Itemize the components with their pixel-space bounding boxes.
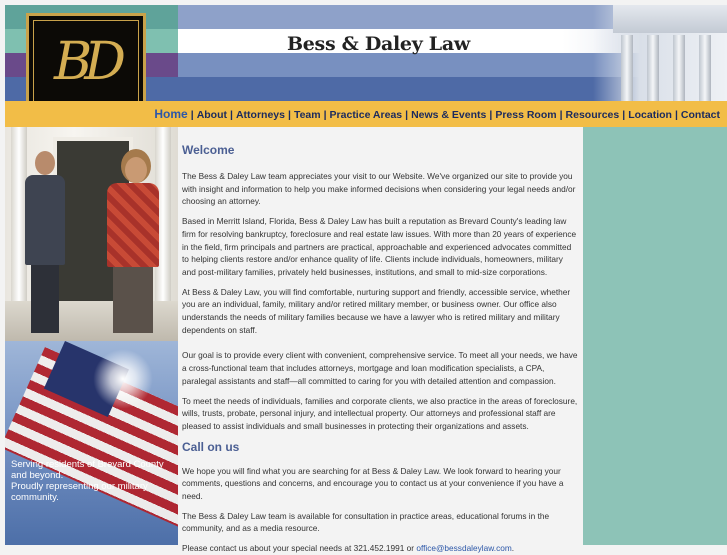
nav-item-press-room[interactable]: Press Room [495, 109, 556, 121]
caption-line: Proudly representing our military commun… [11, 481, 148, 503]
nav-item-practice-areas[interactable]: Practice Areas [330, 109, 403, 121]
photo-person [35, 151, 55, 175]
goal-paragraph: Our goal is to provide every client with… [182, 350, 578, 386]
american-flag-image: Serving residents of Brevard County and … [5, 341, 178, 545]
caption-line: Serving residents of Brevard County and … [11, 459, 164, 481]
service-paragraph: At Bess & Daley Law, you will find comfo… [182, 286, 571, 335]
courthouse-image [593, 5, 727, 101]
building-column [699, 35, 711, 101]
nav-item-location[interactable]: Location [628, 109, 672, 121]
main-nav: Home | About | Attorneys | Team | Practice Areas… [5, 101, 727, 127]
sidebar-caption: Serving residents of Brevard County and … [11, 459, 171, 503]
welcome-heading: Welcome [182, 143, 235, 157]
call-on-us-heading: Call on us [182, 439, 240, 454]
about-paragraph: Based in Merritt Island, Florida, Bess &… [182, 216, 577, 277]
right-sidebar [583, 127, 727, 545]
photo-person [25, 175, 65, 265]
nav-item-home[interactable]: Home [154, 107, 187, 121]
logo-monogram: BD [54, 32, 126, 92]
attorneys-photo [5, 127, 178, 341]
contact-paragraph: Please contact us about your special nee… [182, 542, 579, 555]
photo-person [31, 263, 59, 333]
practice-paragraph: To meet the needs of individuals, famili… [182, 395, 578, 431]
nav-item-about[interactable]: About [197, 109, 227, 121]
sun-glare [93, 349, 153, 409]
site-logo[interactable]: BD [26, 13, 146, 101]
main-content: Welcome The Bess & Daley Law team apprec… [178, 127, 583, 553]
nav-item-resources[interactable]: Resources [566, 109, 620, 121]
consultation-paragraph: The Bess & Daley Law team is available f… [182, 510, 550, 534]
building-column [673, 35, 685, 101]
nav-item-team[interactable]: Team [294, 109, 321, 121]
building-column [647, 35, 659, 101]
photo-person [113, 267, 153, 333]
intro-paragraph: The Bess & Daley Law team appreciates yo… [182, 171, 576, 207]
site-header: BD Bess & Daley Law [5, 5, 727, 101]
nav-item-news-events[interactable]: News & Events [411, 109, 486, 121]
nav-item-contact[interactable]: Contact [681, 109, 720, 121]
building-pediment [613, 5, 727, 33]
logo-frame: BD [33, 20, 139, 101]
site-title: Bess & Daley Law [287, 33, 470, 55]
photo-person [107, 183, 159, 267]
nav-item-attorneys[interactable]: Attorneys [236, 109, 285, 121]
photo-person [125, 157, 147, 183]
contact-intro-paragraph: We hope you will find what you are searc… [182, 465, 564, 502]
building-column [621, 35, 633, 101]
